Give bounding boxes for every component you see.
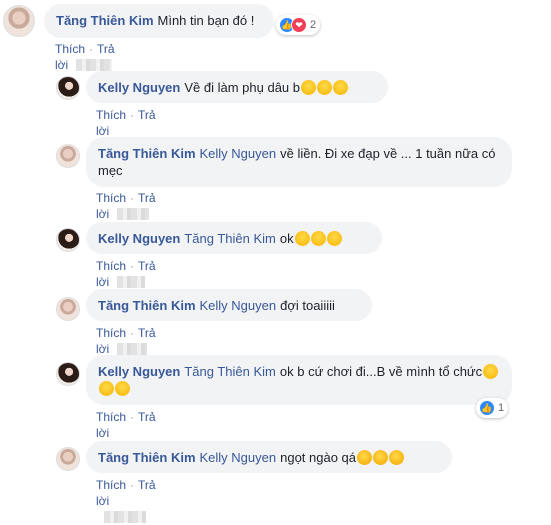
comment-text: ngọt ngào qá (280, 450, 357, 465)
tagged-user[interactable]: Tăng Thiên Kim (184, 364, 276, 379)
avatar[interactable] (56, 362, 80, 386)
smile-emoji-icon (294, 231, 310, 246)
timestamp-blurred (117, 276, 146, 288)
reactions-badge[interactable]: 👍 ❤ 2 (276, 15, 321, 35)
smile-emoji-icon (333, 80, 348, 95)
author-name[interactable]: Tăng Thiên Kim (98, 298, 196, 313)
author-name[interactable]: Tăng Thiên Kim (98, 146, 196, 161)
separator: · (130, 259, 135, 273)
comment-bubble: Kelly Nguyen Về đi làm phụ dâu b (86, 71, 388, 103)
avatar[interactable] (56, 228, 80, 252)
smile-emoji-icon (99, 381, 114, 396)
laughing-tears-emoji-icon (386, 447, 407, 468)
comment-bubble: Tăng Thiên Kim Kelly Nguyen ngọt ngào qá (86, 441, 452, 473)
tagged-user[interactable]: Kelly Nguyen (200, 298, 277, 313)
comment-actions: Thích · Trả lời (96, 190, 156, 222)
like-link[interactable]: Thích (96, 191, 126, 205)
like-link[interactable]: Thích (96, 108, 126, 122)
timestamp-blurred (104, 511, 146, 523)
like-link[interactable]: Thích (96, 326, 126, 340)
smile-emoji-icon (310, 231, 326, 246)
timestamp-blurred (117, 208, 150, 220)
like-link[interactable]: Thích (55, 42, 85, 56)
reactions-count: 2 (310, 19, 317, 31)
smile-emoji-icon (301, 80, 316, 95)
avatar[interactable] (3, 5, 35, 37)
laughing-tears-emoji-icon (370, 447, 391, 468)
author-name[interactable]: Kelly Nguyen (98, 364, 180, 379)
comment-bubble: Tăng Thiên Kim Kelly Nguyen về liền. Đi xe… (86, 137, 512, 187)
separator: · (130, 191, 135, 205)
like-icon: 👍 (479, 400, 495, 416)
reactions-count: 1 (498, 402, 505, 414)
laughing-tears-emoji-icon (354, 447, 375, 468)
like-link[interactable]: Thích (96, 478, 126, 492)
comment-actions: Thích · Trả lời (96, 258, 156, 290)
tagged-user[interactable]: Kelly Nguyen (200, 146, 277, 161)
reactions-badge[interactable]: 👍 1 (476, 398, 509, 418)
author-name[interactable]: Kelly Nguyen (98, 80, 180, 95)
author-name[interactable]: Kelly Nguyen (98, 231, 180, 246)
smile-emoji-icon (326, 231, 342, 246)
love-icon: ❤ (291, 17, 307, 33)
like-link[interactable]: Thích (96, 259, 126, 273)
comment-text: ok b cứ chơi đi...B về mình tổ chức (279, 364, 483, 379)
smile-emoji-icon (317, 80, 332, 95)
tagged-user[interactable]: Kelly Nguyen (200, 450, 277, 465)
author-name[interactable]: Tăng Thiên Kim (56, 13, 154, 28)
smile-emoji-icon (483, 364, 499, 379)
tagged-user[interactable]: Tăng Thiên Kim (184, 231, 276, 246)
comment-bubble: Tăng Thiên Kim Kelly Nguyen đợi toaiiiii (86, 289, 372, 321)
comment-bubble: Kelly Nguyen Tăng Thiên Kim ok b cứ chơi đ… (86, 355, 512, 405)
like-link[interactable]: Thích (96, 410, 126, 424)
author-name[interactable]: Tăng Thiên Kim (98, 450, 196, 465)
comment-text: Mình tin bạn đó ! (157, 13, 255, 28)
avatar[interactable] (56, 297, 80, 321)
separator: · (130, 326, 135, 340)
separator: · (130, 478, 135, 492)
comment-bubble: Kelly Nguyen Tăng Thiên Kim ok (86, 222, 382, 254)
comment-text: Về đi làm phụ dâu b (184, 80, 300, 95)
comment-text: ok (279, 231, 294, 246)
comment-actions: Thích · Trả lời (55, 41, 115, 73)
timestamp-blurred (117, 343, 148, 355)
smile-emoji-icon (115, 381, 130, 396)
avatar[interactable] (56, 76, 80, 100)
comment-actions: Thích · Trả lời (96, 477, 156, 525)
separator: · (130, 410, 135, 424)
timestamp-blurred (76, 59, 113, 71)
separator: · (89, 42, 94, 56)
comment-bubble: Tăng Thiên Kim Mình tin bạn đó ! (44, 4, 274, 38)
avatar[interactable] (56, 144, 80, 168)
comment-text: đợi toaiiiii (280, 298, 335, 313)
separator: · (130, 108, 135, 122)
comment-actions: Thích · Trả lời (96, 325, 156, 357)
avatar[interactable] (56, 447, 80, 471)
